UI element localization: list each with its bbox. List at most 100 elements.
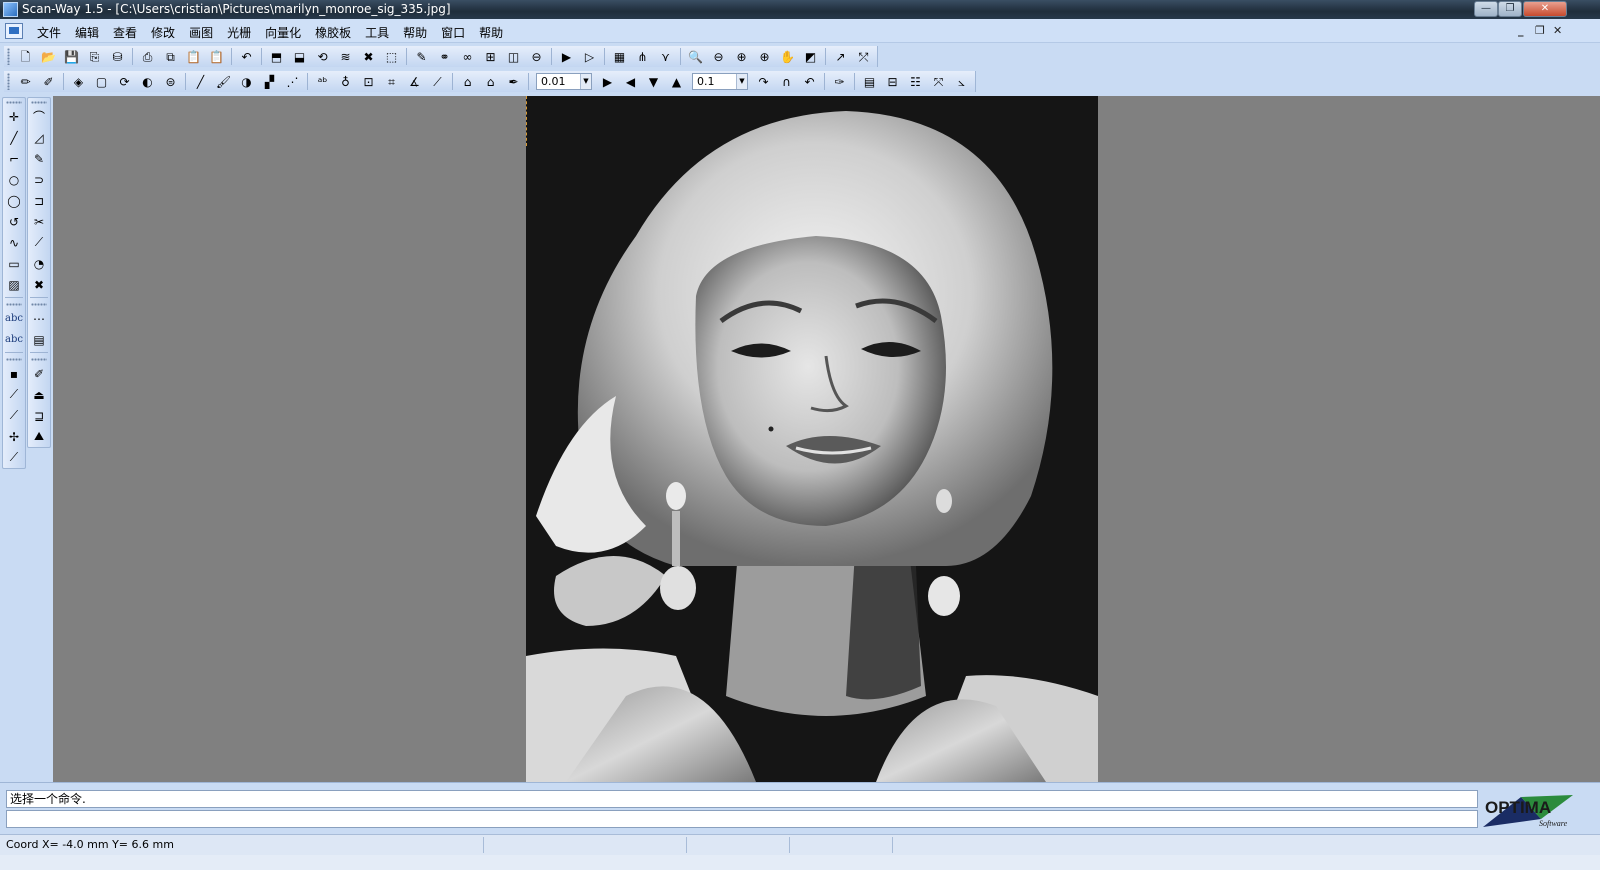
mirror-horizontal-icon[interactable]: ⊖ (526, 47, 547, 66)
layers-icon[interactable]: ≋ (335, 47, 356, 66)
balloon-icon[interactable]: ♁ (335, 72, 356, 91)
minimize-button[interactable]: — (1474, 1, 1498, 17)
menu-item-11[interactable]: 帮助 (472, 24, 510, 41)
mountain-tool-icon[interactable]: ⛰ (28, 426, 50, 447)
arc-half-icon[interactable]: ∩ (776, 72, 797, 91)
trace-icon[interactable]: ⋎ (655, 47, 676, 66)
fill-icon[interactable]: ◈ (68, 72, 89, 91)
slash-icon[interactable]: ⟋ (427, 72, 448, 91)
save-icon[interactable]: 💾 (61, 47, 82, 66)
circle-tool-icon[interactable]: ○ (3, 169, 25, 190)
text-path-tool-icon[interactable]: abc (3, 329, 25, 350)
play-outline-icon[interactable]: ▷ (579, 47, 600, 66)
point-tool-icon[interactable]: ✛ (3, 106, 25, 127)
text-recognize-icon[interactable]: ᵃᵇ (312, 72, 333, 91)
raster-eraser-icon[interactable]: ✐ (38, 72, 59, 91)
line-tool-icon[interactable]: ╱ (3, 127, 25, 148)
brush-icon[interactable]: 🖌 (213, 72, 234, 91)
arc-cw-icon[interactable]: ↷ (753, 72, 774, 91)
snap-end-icon[interactable]: ⟋ (3, 405, 25, 426)
lock-icon[interactable]: ⊡ (358, 72, 379, 91)
node-tool-icon[interactable]: ▪ (3, 363, 25, 384)
arc-ccw-icon[interactable]: ↶ (799, 72, 820, 91)
menu-item-10[interactable]: 窗口 (434, 24, 472, 41)
hatch-tool-icon[interactable]: ▨ (3, 274, 25, 295)
snap-perp-icon[interactable]: ⟋ (3, 447, 25, 468)
dropper-icon[interactable]: ✑ (829, 72, 850, 91)
palette-grip[interactable] (6, 358, 22, 361)
building-icon[interactable]: ⌂ (457, 72, 478, 91)
vectorize-icon[interactable]: ⋔ (632, 47, 653, 66)
save-all-icon[interactable]: ⛁ (107, 47, 128, 66)
toolbar-grip[interactable] (7, 73, 10, 90)
bell-tool-icon[interactable]: ⏏ (28, 384, 50, 405)
text-tool-icon[interactable]: abc (3, 308, 25, 329)
arc-tool-icon[interactable]: ↺ (3, 211, 25, 232)
crop-icon[interactable]: ⌗ (381, 72, 402, 91)
zoom-plus-icon[interactable]: ⊕ (731, 47, 752, 66)
circle-3pt-tool-icon[interactable]: ◯ (3, 190, 25, 211)
step-combo[interactable]: 0.1 ▼ (692, 73, 748, 90)
play-icon[interactable]: ▶ (556, 47, 577, 66)
menu-item-7[interactable]: 橡胶板 (308, 24, 358, 41)
palette-grip[interactable] (6, 101, 22, 104)
tolerance-combo[interactable]: 0.01 ▼ (536, 73, 592, 90)
select-all-icon[interactable]: ⬓ (289, 47, 310, 66)
menu-item-6[interactable]: 向量化 (258, 24, 308, 41)
rectangle-tool-icon[interactable]: ▭ (3, 253, 25, 274)
copy-icon[interactable]: ⧉ (160, 47, 181, 66)
palette-grip[interactable] (6, 303, 22, 306)
image-settings-icon[interactable]: ▦ (609, 47, 630, 66)
zoom-minus-icon[interactable]: ⊖ (708, 47, 729, 66)
fit-icon[interactable]: ⤧ (928, 72, 949, 91)
paste-special-icon[interactable]: 📋 (206, 47, 227, 66)
edit-tool-icon[interactable]: ✎ (28, 148, 50, 169)
dropdown-arrow-icon[interactable]: ▼ (736, 74, 747, 89)
raster-image[interactable] (526, 96, 1098, 782)
dropdown-arrow-icon[interactable]: ▼ (580, 74, 591, 89)
polyline-tool-icon[interactable]: ⌐ (3, 148, 25, 169)
export-dxf-icon[interactable]: ⎘ (84, 47, 105, 66)
fillet-tool-icon[interactable]: ⊐ (28, 190, 50, 211)
open-folder-icon[interactable]: 📂 (38, 47, 59, 66)
menu-item-4[interactable]: 画图 (182, 24, 220, 41)
print-icon[interactable]: ⎙ (137, 47, 158, 66)
palette-grip[interactable] (31, 358, 47, 361)
triangle-down-icon[interactable]: ▼ (643, 72, 664, 91)
toolbar-grip[interactable] (7, 48, 10, 65)
menu-item-1[interactable]: 编辑 (68, 24, 106, 41)
page-icon[interactable]: ▤ (859, 72, 880, 91)
mirror-vertical-icon[interactable]: ◫ (503, 47, 524, 66)
snap-center-icon[interactable]: ✢ (3, 426, 25, 447)
house-icon[interactable]: ⌂ (480, 72, 501, 91)
zoom-fit-icon[interactable]: ⊕ (754, 47, 775, 66)
pan-icon[interactable]: ✋ (777, 47, 798, 66)
frame-icon[interactable]: ▢ (91, 72, 112, 91)
dash-tool-icon[interactable]: ⋯ (28, 308, 50, 329)
rotate-icon[interactable]: ⟳ (114, 72, 135, 91)
document-icon[interactable] (5, 23, 23, 39)
table-icon[interactable]: ☷ (905, 72, 926, 91)
stripe-icon[interactable]: ⊜ (160, 72, 181, 91)
explode-tool-icon[interactable]: ✖ (28, 274, 50, 295)
offset-tool-icon[interactable]: ⊒ (28, 405, 50, 426)
spiral-tool-icon[interactable]: ⊃ (28, 169, 50, 190)
chain-icon[interactable]: ∞ (457, 47, 478, 66)
ruler-tool-icon[interactable]: ⟋ (28, 232, 50, 253)
menu-item-0[interactable]: 文件 (30, 24, 68, 41)
zoom-out-icon[interactable]: 🔍 (685, 47, 706, 66)
link-icon[interactable]: ⚭ (434, 47, 455, 66)
palette-grip[interactable] (31, 303, 47, 306)
angle-icon[interactable]: ∡ (404, 72, 425, 91)
menu-item-8[interactable]: 工具 (358, 24, 396, 41)
undo-icon[interactable]: ↶ (236, 47, 257, 66)
select-rect-icon[interactable]: ⬚ (381, 47, 402, 66)
menu-item-3[interactable]: 修改 (144, 24, 182, 41)
curve-tool-icon[interactable]: ∿ (3, 232, 25, 253)
arrow-line-icon[interactable]: ↗ (830, 47, 851, 66)
mdi-restore-button[interactable]: ❐ (1535, 24, 1545, 37)
triangle-left-icon[interactable]: ◀ (620, 72, 641, 91)
grid-icon[interactable]: ⊞ (480, 47, 501, 66)
new-file-icon[interactable]: 🗋 (15, 47, 36, 66)
mdi-minimize-button[interactable]: _ (1518, 24, 1524, 37)
